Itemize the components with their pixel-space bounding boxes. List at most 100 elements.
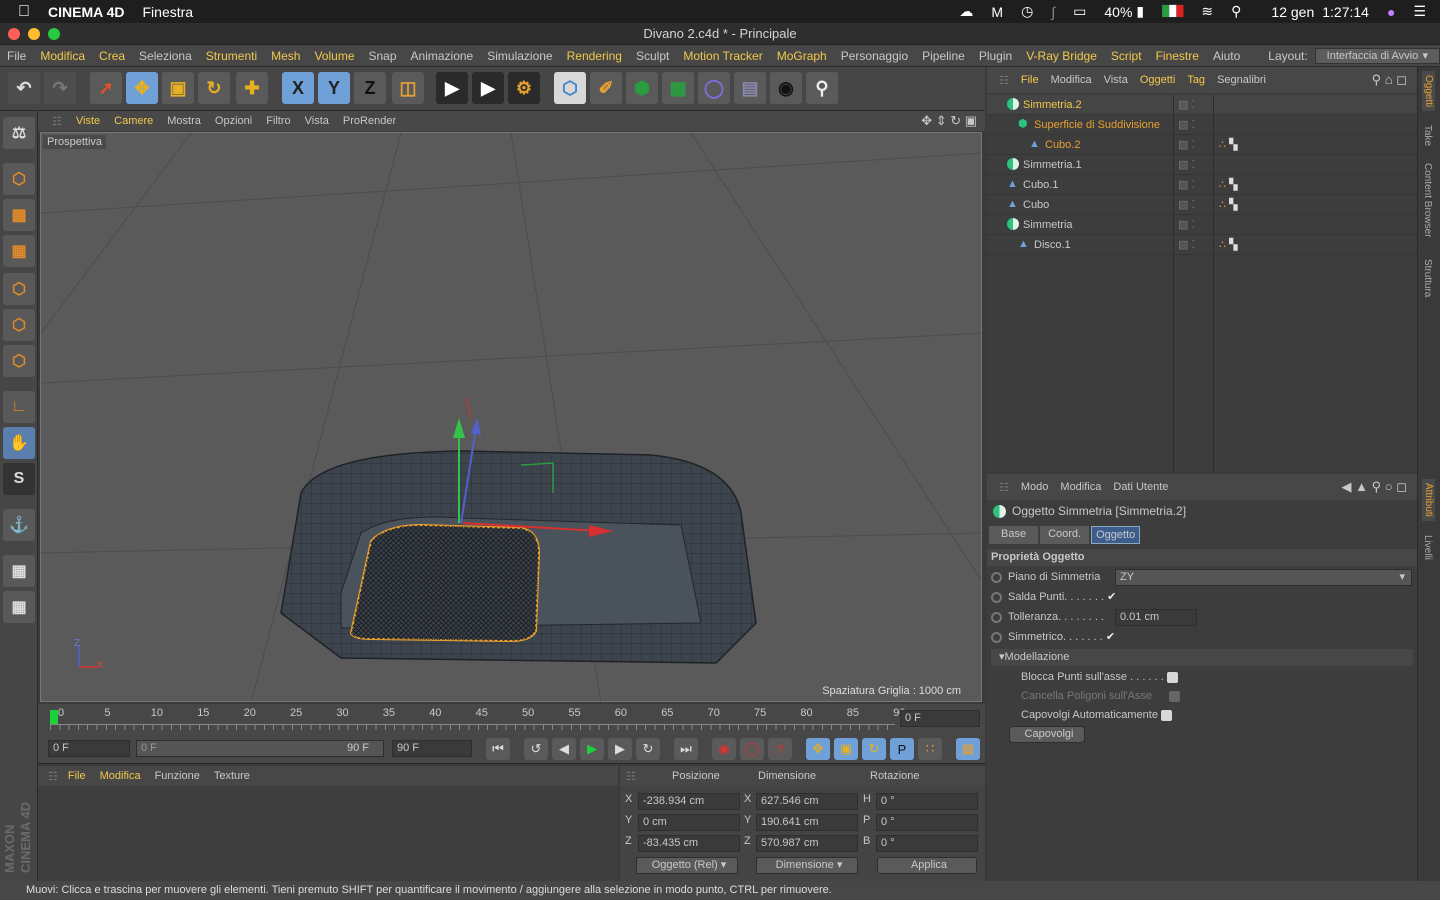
key-scale-icon[interactable]: ▣ <box>834 738 858 760</box>
menu-personaggio[interactable]: Personaggio <box>834 49 915 63</box>
grid-lock-icon[interactable]: ▦ <box>3 555 35 587</box>
menu-finestre[interactable]: Finestre <box>1149 49 1206 63</box>
material-tag-icon[interactable]: ∴ ▚ <box>1219 175 1238 195</box>
size-field[interactable]: 570.987 cm <box>756 835 858 852</box>
playhead[interactable] <box>50 710 58 724</box>
points-mode-icon[interactable]: ⬡ <box>3 273 35 305</box>
visibility-toggle-icon[interactable]: ▨ ⁚ <box>1178 135 1195 155</box>
viewport-3d[interactable]: Prospettiva Z X Spaziatura Griglia : 100… <box>40 132 982 702</box>
tab-livelli[interactable]: Livelli <box>1422 535 1433 560</box>
live-selection-icon[interactable]: ➚ <box>90 72 122 104</box>
flip-button[interactable]: Capovolgi <box>1009 726 1085 743</box>
last-tool-icon[interactable]: ✚ <box>236 72 268 104</box>
workplane-mode-icon[interactable]: ▦ <box>3 235 35 267</box>
visibility-toggle-icon[interactable]: ▨ ⁚ <box>1178 155 1195 175</box>
texture-mode-icon[interactable]: ▩ <box>3 199 35 231</box>
object-name[interactable]: Cubo <box>1023 195 1049 215</box>
object-row[interactable]: Simmetria ▨ ⁚ <box>987 215 1417 235</box>
attr-menu-modo[interactable]: Modo <box>1021 481 1049 493</box>
viewport-nav-icons[interactable]: ✥ ⇕ ↻ ▣ <box>921 113 977 129</box>
vp-menu-filtro[interactable]: Filtro <box>266 115 290 127</box>
rotate-tool-icon[interactable]: ↻ <box>198 72 230 104</box>
tab-struttura[interactable]: Struttura <box>1422 259 1433 297</box>
menu-modifica[interactable]: Modifica <box>33 49 92 63</box>
render-picture-viewer-icon[interactable]: ▶ <box>472 72 504 104</box>
search-icon[interactable]: ⚲ <box>1231 3 1241 20</box>
zoom-window-button[interactable] <box>48 28 60 40</box>
snap-icon[interactable]: S <box>3 463 35 495</box>
menu-aiuto[interactable]: Aiuto <box>1206 49 1247 63</box>
coord-mode-select[interactable]: Oggetto (Rel) ▾ <box>636 857 738 874</box>
model-mode-icon[interactable]: ⬡ <box>3 163 35 195</box>
obj-menu-segnalibri[interactable]: Segnalibri <box>1217 74 1266 86</box>
object-row[interactable]: ▲ Cubo ▨ ⁚ ∴ ▚ <box>987 195 1417 215</box>
object-row[interactable]: Simmetria.1 ▨ ⁚ <box>987 155 1417 175</box>
tab-oggetti[interactable]: Oggetti <box>1422 71 1435 112</box>
visibility-toggle-icon[interactable]: ▨ ⁚ <box>1178 235 1195 255</box>
object-row[interactable]: ▲ Cubo.1 ▨ ⁚ ∴ ▚ <box>987 175 1417 195</box>
plane-select[interactable]: ZY ▾ <box>1115 569 1412 586</box>
app-name[interactable]: CINEMA 4D <box>48 4 125 20</box>
menu-volume[interactable]: Volume <box>307 49 361 63</box>
redo-icon[interactable]: ↷ <box>44 72 76 104</box>
material-tag-icon[interactable]: ∴ ▚ <box>1219 135 1238 155</box>
y-axis-lock-button[interactable]: Y <box>318 72 350 104</box>
obj-menu-modifica[interactable]: Modifica <box>1051 74 1092 86</box>
attr-menu-dati-utente[interactable]: Dati Utente <box>1113 481 1168 493</box>
vp-menu-mostra[interactable]: Mostra <box>167 115 201 127</box>
animate-radio[interactable] <box>991 591 1002 603</box>
attr-nav-icons[interactable]: ◀ ▲ ⚲ ○ ◻ <box>1342 479 1407 495</box>
visibility-toggle-icon[interactable]: ▨ ⁚ <box>1178 115 1195 135</box>
key-selection-icon[interactable]: ? <box>768 738 792 760</box>
grid-align-icon[interactable]: ▦ <box>3 591 35 623</box>
object-name[interactable]: Superficie di Suddivisione <box>1034 115 1160 135</box>
scale-tool-icon[interactable]: ▣ <box>162 72 194 104</box>
animate-radio[interactable] <box>991 571 1002 583</box>
timeline-ruler[interactable]: 051015202530354045505560657075808590 0 F <box>38 704 985 734</box>
obj-menu-oggetti[interactable]: Oggetti <box>1140 74 1175 86</box>
creative-cloud-icon[interactable]: ☁ <box>959 3 973 20</box>
menu-simulazione[interactable]: Simulazione <box>480 49 559 63</box>
object-name[interactable]: Simmetria.1 <box>1023 155 1082 175</box>
menu-sculpt[interactable]: Sculpt <box>629 49 676 63</box>
array-object-icon[interactable]: ▦ <box>662 72 694 104</box>
next-frame-icon[interactable]: ▶ <box>608 738 632 760</box>
object-row[interactable]: ⬢ Superficie di Suddivisione ▨ ⁚ <box>987 115 1417 135</box>
position-field[interactable]: -238.934 cm <box>638 793 740 810</box>
end-frame-field[interactable]: 90 F <box>392 740 472 757</box>
clock-date[interactable]: 12 gen <box>1271 4 1314 20</box>
range-slider[interactable]: 0 F 90 F <box>136 740 384 757</box>
key-pla-icon[interactable]: ∷ <box>918 738 942 760</box>
light-icon[interactable]: ⚲ <box>806 72 838 104</box>
menu-vray-bridge[interactable]: V-Ray Bridge <box>1019 49 1104 63</box>
mat-menu-funzione[interactable]: Funzione <box>155 770 200 782</box>
start-frame-field[interactable]: 0 F <box>48 740 130 757</box>
clock-time[interactable]: 1:27:14 <box>1322 4 1369 20</box>
battery-percent[interactable]: 40% <box>1104 4 1132 20</box>
visibility-toggle-icon[interactable]: ▨ ⁚ <box>1178 195 1195 215</box>
menu-animazione[interactable]: Animazione <box>404 49 481 63</box>
vp-menu-camere[interactable]: Camere <box>114 115 153 127</box>
time-machine-icon[interactable]: ◷ <box>1021 3 1033 20</box>
key-position-icon[interactable]: ✥ <box>806 738 830 760</box>
layout-select[interactable]: Interfaccia di Avvio ▾ <box>1314 47 1440 64</box>
material-manager[interactable]: ☷ File Modifica Funzione Texture <box>38 766 618 881</box>
camera-icon[interactable]: ◉ <box>770 72 802 104</box>
drag-handle-icon[interactable]: ☷ <box>999 74 1009 87</box>
coord-size-mode-select[interactable]: Dimensione ▾ <box>756 857 858 874</box>
menu-crea[interactable]: Crea <box>92 49 132 63</box>
menu-strumenti[interactable]: Strumenti <box>199 49 264 63</box>
material-tag-icon[interactable]: ∴ ▚ <box>1219 235 1238 255</box>
obj-menu-tag[interactable]: Tag <box>1187 74 1205 86</box>
size-field[interactable]: 190.641 cm <box>756 814 858 831</box>
position-field[interactable]: 0 cm <box>638 814 740 831</box>
subdivision-generator-icon[interactable]: ⬢ <box>626 72 658 104</box>
floor-object-icon[interactable]: ▤ <box>734 72 766 104</box>
tab-take[interactable]: Take <box>1422 125 1433 146</box>
timeline-window-icon[interactable]: ▦ <box>956 738 980 760</box>
vp-menu-viste[interactable]: Viste <box>76 115 100 127</box>
bluetooth-icon[interactable]: ∫ <box>1051 4 1055 20</box>
object-name[interactable]: Cubo.1 <box>1023 175 1058 195</box>
attr-menu-modifica[interactable]: Modifica <box>1060 481 1101 493</box>
mat-menu-texture[interactable]: Texture <box>214 770 250 782</box>
